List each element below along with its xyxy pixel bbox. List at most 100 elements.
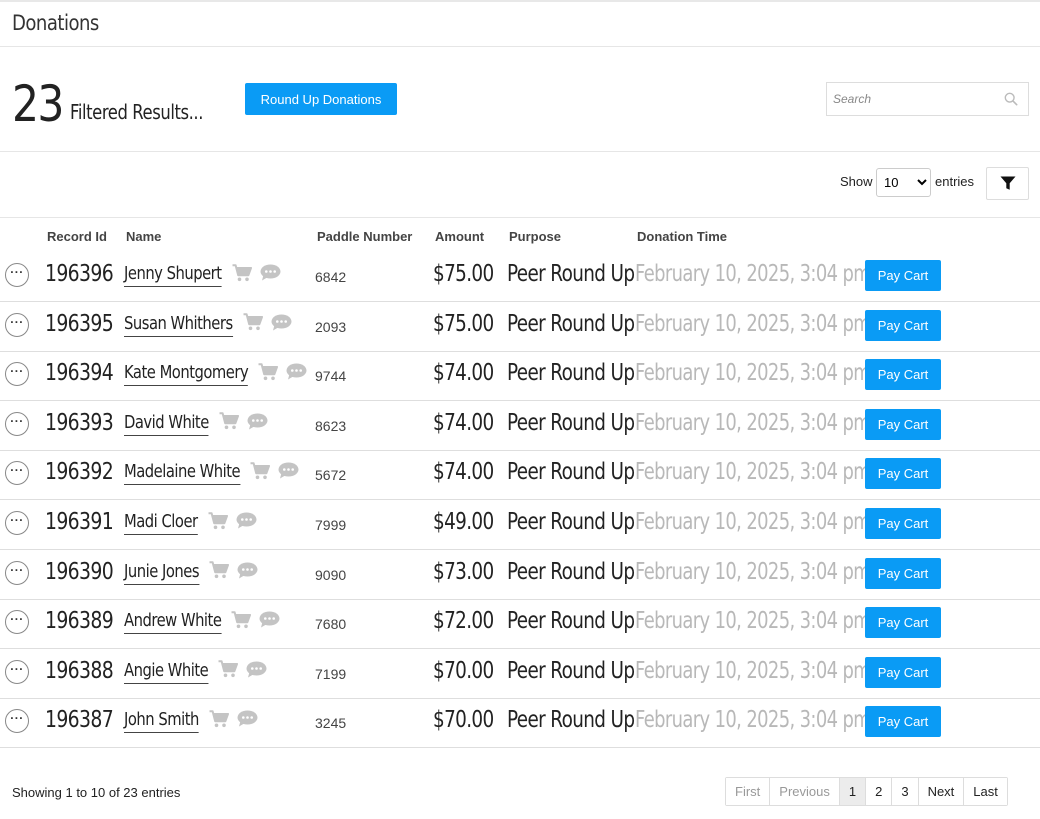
pay-cart-button[interactable]: Pay Cart	[865, 359, 941, 391]
table-row: ··· 196396 Jenny Shupert 6842 $75.00 Peer Rou…	[0, 253, 1040, 302]
donor-name-link[interactable]: Madi Cloer	[124, 511, 198, 535]
record-id: 196395	[45, 310, 114, 337]
row-menu-button[interactable]: ···	[5, 411, 29, 436]
row-menu-button[interactable]: ···	[5, 511, 29, 535]
comment-icon[interactable]	[247, 413, 268, 435]
page-next-button[interactable]: Next	[917, 778, 964, 805]
donor-name-link[interactable]: David White	[124, 412, 209, 436]
col-record-id[interactable]: Record Id	[47, 229, 107, 244]
pay-cart-button[interactable]: Pay Cart	[865, 309, 941, 341]
row-menu-button[interactable]: ···	[5, 461, 29, 486]
donor-name-link[interactable]: Madelaine White	[124, 461, 241, 486]
pay-cart-button[interactable]: Pay Cart	[865, 656, 941, 688]
col-purpose[interactable]: Purpose	[509, 229, 561, 244]
page-first-button[interactable]: First	[726, 778, 770, 805]
amount: $72.00	[433, 608, 494, 635]
name-cell: Madelaine White	[124, 461, 299, 486]
page-1-button[interactable]: 1	[838, 778, 866, 805]
page-3-button[interactable]: 3	[891, 778, 918, 805]
ellipsis-icon: ···	[10, 513, 24, 527]
purpose: Peer Round Up	[507, 707, 635, 734]
cart-icon[interactable]	[209, 710, 229, 733]
cart-icon[interactable]	[218, 660, 239, 683]
record-id: 196388	[45, 657, 114, 684]
row-menu-button[interactable]: ···	[5, 263, 29, 287]
donor-name-link[interactable]: Junie Jones	[124, 561, 200, 585]
page-2-button[interactable]: 2	[865, 778, 892, 805]
ellipsis-icon: ···	[10, 711, 24, 726]
comment-icon[interactable]	[278, 462, 299, 484]
pay-cart-button[interactable]: Pay Cart	[865, 458, 941, 490]
donor-name-link[interactable]: Kate Montgomery	[124, 362, 249, 387]
row-icons	[243, 313, 292, 336]
search-input[interactable]	[827, 83, 997, 115]
entries-label: entries	[935, 174, 975, 189]
page-previous-button[interactable]: Previous	[769, 778, 839, 805]
ellipsis-icon: ···	[10, 364, 24, 379]
page-last-button[interactable]: Last	[963, 778, 1007, 805]
row-menu-button[interactable]: ···	[5, 362, 29, 387]
record-id: 196391	[45, 509, 114, 535]
results-count: 23	[12, 75, 64, 133]
cart-icon[interactable]	[219, 412, 239, 435]
record-id: 196396	[45, 261, 114, 287]
comment-icon[interactable]	[237, 710, 258, 732]
col-donation-time[interactable]: Donation Time	[637, 229, 727, 244]
row-menu-button[interactable]: ···	[5, 610, 29, 635]
controls-divider	[0, 217, 1040, 218]
comment-icon[interactable]	[246, 661, 267, 683]
ellipsis-icon: ···	[10, 314, 24, 329]
donation-time: February 10, 2025, 3:04 pm	[635, 310, 871, 337]
donor-name-link[interactable]: John Smith	[124, 709, 199, 734]
col-name[interactable]: Name	[126, 229, 161, 244]
comment-icon[interactable]	[237, 562, 258, 584]
comment-icon[interactable]	[271, 314, 292, 336]
col-amount[interactable]: Amount	[435, 229, 484, 244]
record-id: 196392	[45, 459, 114, 486]
cart-icon[interactable]	[209, 561, 229, 584]
cart-icon[interactable]	[232, 263, 252, 287]
pay-cart-button[interactable]: Pay Cart	[865, 260, 941, 291]
name-cell: Kate Montgomery	[124, 362, 307, 387]
pay-cart-button[interactable]: Pay Cart	[865, 408, 941, 440]
donor-name-link[interactable]: Andrew White	[124, 610, 222, 635]
comment-icon[interactable]	[236, 512, 257, 534]
row-icons	[231, 610, 280, 634]
cart-icon[interactable]	[258, 362, 279, 386]
name-cell: Susan Whithers	[124, 313, 292, 337]
pay-cart-button[interactable]: Pay Cart	[865, 706, 941, 738]
row-menu-button[interactable]: ···	[5, 312, 29, 337]
record-id: 196387	[45, 707, 114, 734]
pay-cart-button[interactable]: Pay Cart	[865, 557, 941, 589]
amount: $74.00	[433, 409, 494, 436]
filter-button[interactable]	[986, 167, 1029, 200]
comment-icon[interactable]	[286, 363, 307, 385]
ellipsis-icon: ···	[10, 413, 24, 428]
round-up-donations-button[interactable]: Round Up Donations	[245, 83, 397, 115]
show-label: Show	[840, 174, 873, 189]
ellipsis-icon: ···	[10, 562, 24, 577]
purpose: Peer Round Up	[507, 509, 635, 535]
search-icon[interactable]	[1004, 92, 1018, 106]
row-icons	[208, 511, 257, 535]
entries-select[interactable]: 102550100	[876, 168, 931, 197]
cart-icon[interactable]	[231, 610, 252, 634]
donor-name-link[interactable]: Jenny Shupert	[124, 263, 222, 287]
comment-icon[interactable]	[260, 264, 281, 286]
row-menu-button[interactable]: ···	[5, 560, 29, 585]
paddle-number: 7680	[315, 616, 347, 633]
donor-name-link[interactable]: Susan Whithers	[124, 313, 233, 337]
row-menu-button[interactable]: ···	[5, 659, 29, 684]
cart-icon[interactable]	[208, 511, 228, 535]
row-menu-button[interactable]: ···	[5, 709, 29, 734]
pay-cart-button[interactable]: Pay Cart	[865, 607, 941, 639]
col-paddle-number[interactable]: Paddle Number	[317, 229, 412, 244]
cart-icon[interactable]	[243, 313, 263, 336]
comment-icon[interactable]	[259, 611, 280, 633]
donor-name-link[interactable]: Angie White	[124, 660, 209, 684]
amount: $70.00	[433, 657, 494, 684]
table-row: ··· 196387 John Smith 3245 $70.00 Peer Round …	[0, 699, 1040, 749]
name-cell: Angie White	[124, 660, 267, 684]
pay-cart-button[interactable]: Pay Cart	[865, 508, 941, 539]
cart-icon[interactable]	[250, 462, 271, 485]
